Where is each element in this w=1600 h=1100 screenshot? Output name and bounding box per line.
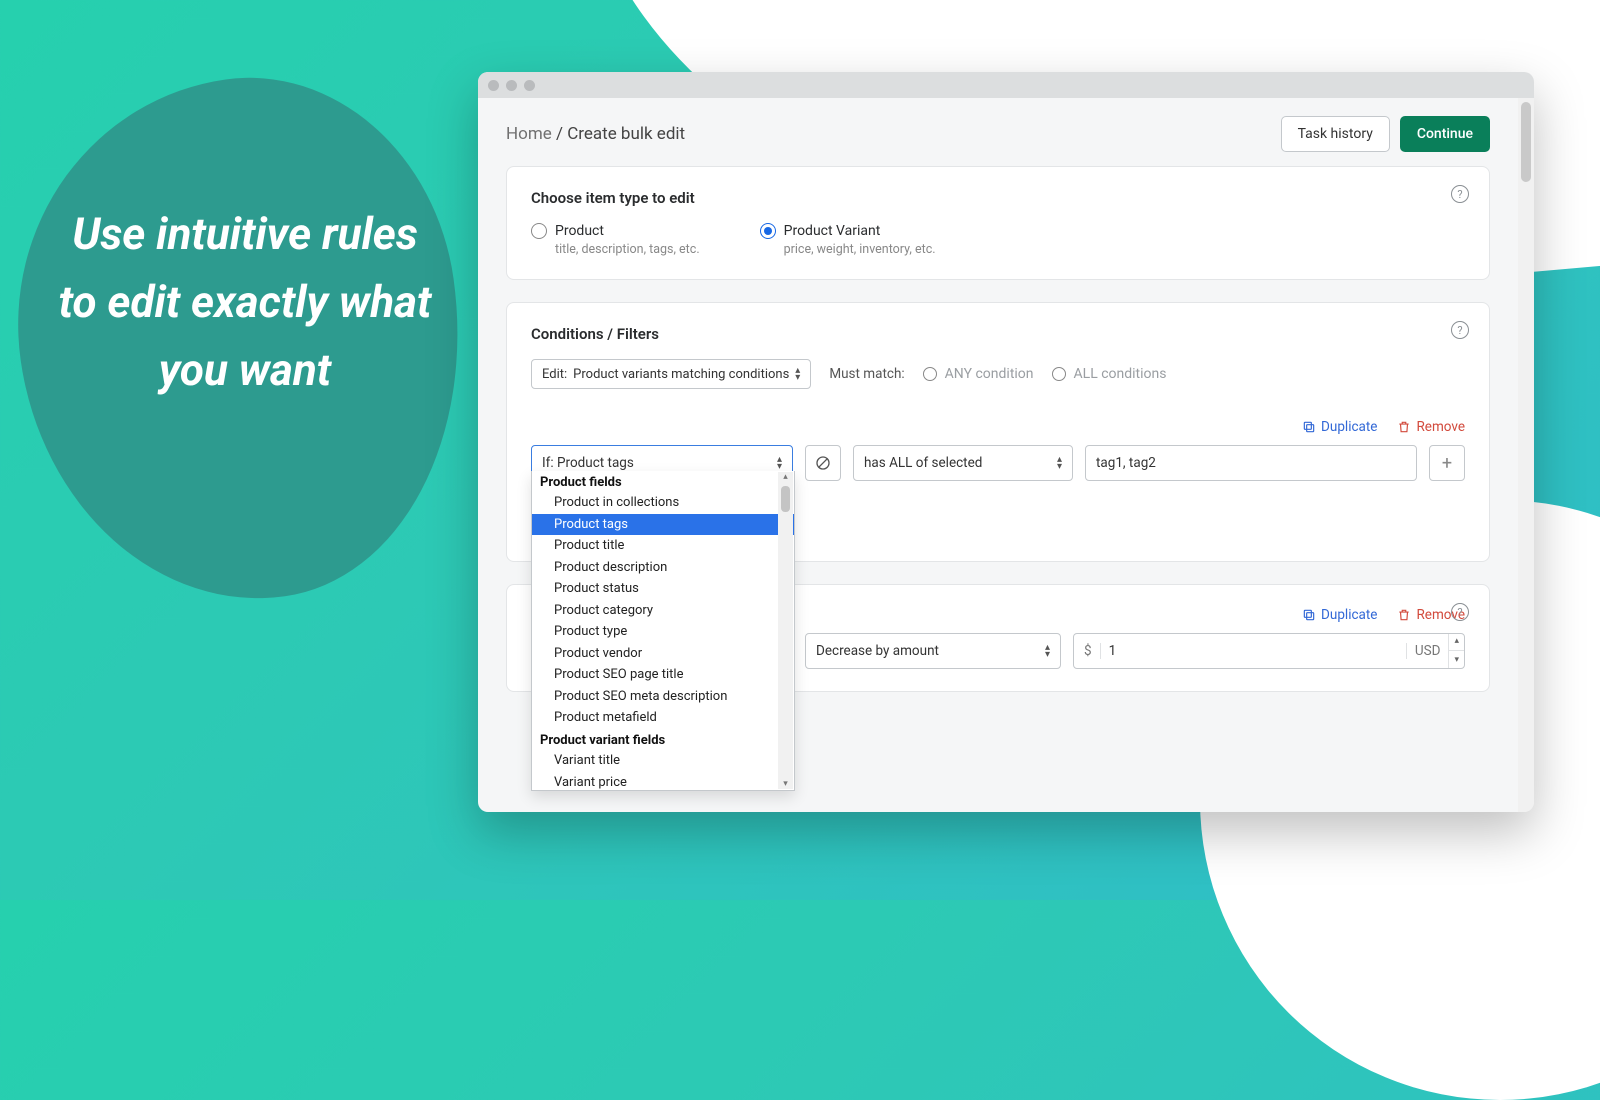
operator-value: has ALL of selected bbox=[864, 455, 982, 471]
condition-value-input[interactable]: tag1, tag2 bbox=[1085, 445, 1417, 481]
edit-value-input[interactable]: $ 1 USD ▴ ▾ bbox=[1073, 633, 1465, 669]
task-history-button[interactable]: Task history bbox=[1281, 116, 1390, 152]
dropdown-item[interactable]: Product vendor bbox=[532, 643, 794, 665]
page-scrollbar[interactable] bbox=[1518, 98, 1534, 812]
window-dot[interactable] bbox=[524, 80, 535, 91]
help-icon[interactable]: ? bbox=[1451, 321, 1469, 339]
edit-prefix: Edit: bbox=[542, 367, 567, 382]
currency-symbol: $ bbox=[1074, 643, 1101, 659]
sort-icon: ▴▾ bbox=[777, 456, 782, 470]
duplicate-label: Duplicate bbox=[1321, 607, 1377, 623]
field-dropdown[interactable]: Product fieldsProduct in collectionsProd… bbox=[531, 471, 795, 791]
help-icon[interactable]: ? bbox=[1451, 603, 1469, 621]
trash-icon bbox=[1397, 608, 1411, 622]
add-condition-button[interactable]: + bbox=[1429, 445, 1465, 481]
conditions-card: ? Conditions / Filters Edit: Product var… bbox=[506, 302, 1490, 562]
dropdown-item[interactable]: Product tags bbox=[532, 514, 794, 536]
breadcrumb-sep: / bbox=[556, 124, 567, 144]
if-value: Product tags bbox=[557, 455, 634, 471]
radio-product-label: Product bbox=[555, 223, 604, 239]
edit-scope-value: Product variants matching conditions bbox=[573, 367, 789, 382]
item-type-title: Choose item type to edit bbox=[531, 189, 1465, 207]
trash-icon bbox=[1397, 420, 1411, 434]
remove-label: Remove bbox=[1416, 419, 1465, 435]
help-icon[interactable]: ? bbox=[1451, 185, 1469, 203]
sort-icon: ▴▾ bbox=[1045, 644, 1050, 658]
marketing-headline: Use intuitive rules to edit exactly what… bbox=[50, 200, 440, 405]
edit-operator-select[interactable]: Decrease by amount ▴▾ bbox=[805, 633, 1061, 669]
breadcrumb-current: Create bulk edit bbox=[567, 124, 685, 144]
conditions-title: Conditions / Filters bbox=[531, 325, 1465, 343]
dropdown-group-header: Product variant fields bbox=[532, 729, 794, 750]
currency-unit: USD bbox=[1406, 643, 1449, 659]
radio-any-label: ANY condition bbox=[945, 366, 1034, 382]
dropdown-item[interactable]: Variant price bbox=[532, 772, 794, 791]
dropdown-scrollbar[interactable] bbox=[778, 472, 793, 789]
dropdown-item[interactable]: Product SEO page title bbox=[532, 664, 794, 686]
condition-value: tag1, tag2 bbox=[1096, 455, 1156, 471]
step-down-icon[interactable]: ▾ bbox=[1449, 651, 1464, 669]
radio-variant-sub: price, weight, inventory, etc. bbox=[784, 242, 936, 257]
remove-button[interactable]: Remove bbox=[1397, 419, 1465, 435]
duplicate-icon bbox=[1302, 608, 1316, 622]
radio-icon bbox=[760, 223, 776, 239]
breadcrumb: Home / Create bulk edit bbox=[506, 124, 685, 144]
duplicate-label: Duplicate bbox=[1321, 419, 1377, 435]
item-type-card: ? Choose item type to edit Product title… bbox=[506, 166, 1490, 280]
must-match-label: Must match: bbox=[829, 366, 904, 382]
dropdown-item[interactable]: Product metafield bbox=[532, 707, 794, 729]
step-up-icon[interactable]: ▴ bbox=[1449, 633, 1464, 651]
radio-all-label: ALL conditions bbox=[1074, 366, 1167, 382]
radio-product[interactable]: Product bbox=[531, 223, 700, 239]
duplicate-icon bbox=[1302, 420, 1316, 434]
continue-button[interactable]: Continue bbox=[1400, 116, 1490, 152]
radio-product-sub: title, description, tags, etc. bbox=[555, 242, 700, 257]
app-window: Home / Create bulk edit Task history Con… bbox=[478, 72, 1534, 812]
value-stepper[interactable]: ▴ ▾ bbox=[1448, 633, 1464, 669]
sort-icon: ▴▾ bbox=[795, 367, 800, 381]
radio-variant-label: Product Variant bbox=[784, 223, 881, 239]
edit-scope-select[interactable]: Edit: Product variants matching conditio… bbox=[531, 359, 811, 389]
dropdown-item[interactable]: Product SEO meta description bbox=[532, 686, 794, 708]
radio-variant[interactable]: Product Variant bbox=[760, 223, 936, 239]
edit-operator-value: Decrease by amount bbox=[816, 643, 939, 659]
topbar: Home / Create bulk edit Task history Con… bbox=[506, 98, 1490, 166]
dropdown-item[interactable]: Product category bbox=[532, 600, 794, 622]
sort-icon: ▴▾ bbox=[1057, 456, 1062, 470]
duplicate-button[interactable]: Duplicate bbox=[1302, 419, 1377, 435]
radio-any[interactable]: ANY condition bbox=[923, 366, 1034, 382]
window-titlebar bbox=[478, 72, 1534, 98]
breadcrumb-home[interactable]: Home bbox=[506, 124, 552, 144]
negate-button[interactable] bbox=[805, 445, 841, 481]
prohibit-icon bbox=[815, 455, 831, 471]
radio-all[interactable]: ALL conditions bbox=[1052, 366, 1167, 382]
if-prefix: If: bbox=[542, 455, 554, 471]
radio-icon bbox=[1052, 367, 1066, 381]
dropdown-item[interactable]: Product type bbox=[532, 621, 794, 643]
dropdown-item[interactable]: Product in collections bbox=[532, 492, 794, 514]
window-dot[interactable] bbox=[488, 80, 499, 91]
dropdown-item[interactable]: Variant title bbox=[532, 750, 794, 772]
dropdown-item[interactable]: Product description bbox=[532, 557, 794, 579]
dropdown-item[interactable]: Product status bbox=[532, 578, 794, 600]
window-dot[interactable] bbox=[506, 80, 517, 91]
dropdown-group-header: Product fields bbox=[532, 471, 794, 492]
duplicate-button[interactable]: Duplicate bbox=[1302, 607, 1377, 623]
dropdown-item[interactable]: Product title bbox=[532, 535, 794, 557]
edit-value: 1 bbox=[1101, 643, 1406, 659]
radio-icon bbox=[531, 223, 547, 239]
condition-operator-select[interactable]: has ALL of selected ▴▾ bbox=[853, 445, 1073, 481]
radio-icon bbox=[923, 367, 937, 381]
